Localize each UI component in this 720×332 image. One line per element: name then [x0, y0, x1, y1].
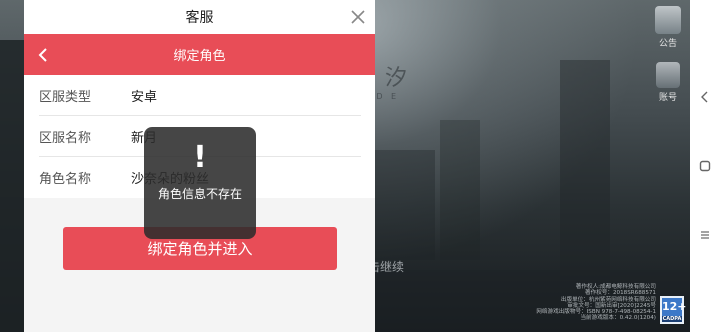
age-rating-text: 12+: [662, 300, 687, 313]
age-rating-badge: 12+ CADPA: [660, 296, 687, 324]
nav-menu-button[interactable]: [690, 220, 720, 250]
back-button[interactable]: [32, 44, 54, 66]
server-type-label: 区服类型: [39, 90, 92, 105]
age-rating-sub: CADPA: [662, 316, 682, 322]
dialog-header: 客服: [24, 0, 375, 34]
bind-role-header: 绑定角色: [24, 34, 375, 75]
nav-home-icon: [699, 160, 711, 172]
nav-back-button[interactable]: [690, 82, 720, 112]
nav-back-icon: [701, 91, 708, 103]
announcement-label: 公告: [658, 39, 677, 49]
server-type-value: 安卓: [131, 90, 158, 105]
announcement-button[interactable]: 公告: [648, 6, 688, 49]
role-name-label: 角色名称: [39, 172, 92, 187]
server-type-row: 区服类型 安卓: [24, 75, 375, 116]
exclamation-icon: !: [193, 140, 207, 175]
nav-menu-icon: [701, 231, 709, 239]
announcement-icon: [655, 6, 681, 34]
account-button[interactable]: 账号: [648, 62, 688, 103]
system-nav-bar: [690, 0, 720, 332]
close-icon: [351, 10, 365, 24]
copyright-line: 当前游戏版本：0.42.0(1204): [580, 315, 656, 322]
error-toast: ! 角色信息不存在: [144, 127, 256, 239]
page-title: 绑定角色: [173, 49, 226, 64]
dialog-title: 客服: [185, 10, 214, 26]
copyright-info: 著作权人:成都电鲸科技有限公司 著作权号：2018SR688571 出版单位：杭…: [500, 284, 656, 322]
account-icon: [656, 62, 680, 88]
nav-home-button[interactable]: [690, 151, 720, 181]
account-label: 账号: [658, 93, 677, 103]
toast-message: 角色信息不存在: [157, 187, 242, 201]
server-name-label: 区服名称: [39, 131, 92, 146]
close-button[interactable]: [347, 6, 369, 28]
chevron-left-icon: [38, 48, 47, 62]
